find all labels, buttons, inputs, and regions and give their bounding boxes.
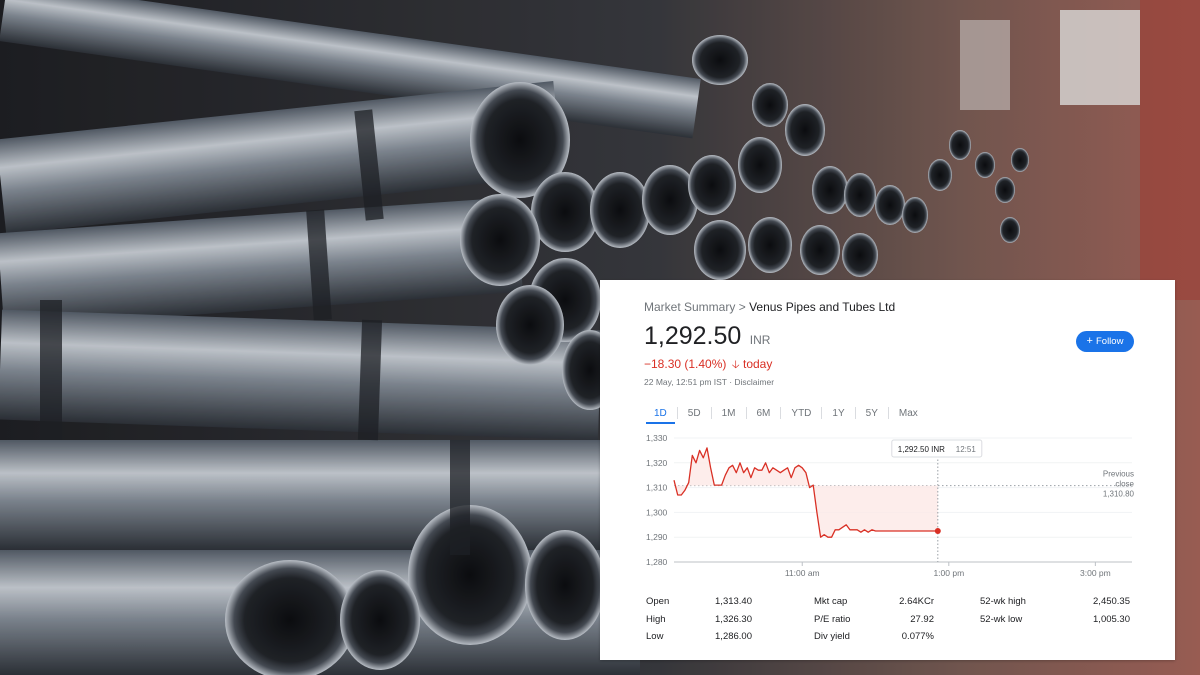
stat-label: Div yield bbox=[814, 631, 850, 642]
currency-code: INR bbox=[749, 333, 771, 347]
follow-button[interactable]: + Follow bbox=[1076, 331, 1134, 352]
breadcrumb: Market Summary > Venus Pipes and Tubes L… bbox=[644, 300, 895, 314]
follow-button-label: Follow bbox=[1095, 336, 1124, 347]
stat-value: 1,005.30 bbox=[1093, 614, 1130, 625]
y-tick-label: 1,300 bbox=[646, 507, 668, 517]
stat-value: 1,326.30 bbox=[715, 614, 752, 625]
breadcrumb-separator: > bbox=[738, 300, 746, 314]
plus-icon: + bbox=[1086, 335, 1093, 347]
stat-label: Low bbox=[646, 631, 664, 642]
change-value: −18.30 (1.40%) bbox=[644, 357, 727, 371]
price-change: −18.30 (1.40%) 🡣 today bbox=[644, 356, 772, 375]
series-fill bbox=[674, 447, 938, 538]
stat-value: 0.077% bbox=[901, 631, 934, 642]
stat-value: 2.64KCr bbox=[899, 596, 934, 607]
market-summary-card: Market Summary > Venus Pipes and Tubes L… bbox=[600, 280, 1175, 660]
tab-5y[interactable]: 5Y bbox=[856, 402, 888, 424]
stat-value: 1,313.40 bbox=[715, 596, 752, 607]
current-price: 1,292.50 bbox=[644, 322, 742, 350]
tab-ytd[interactable]: YTD bbox=[781, 402, 821, 424]
range-tabs: 1D 5D 1M 6M YTD 1Y 5Y Max bbox=[644, 402, 928, 424]
x-tick-label: 1:00 pm bbox=[933, 568, 964, 578]
tab-1y[interactable]: 1Y bbox=[822, 402, 854, 424]
stat-label: 52-wk low bbox=[980, 614, 1023, 625]
previous-close-label: 1,310.80 bbox=[1103, 490, 1135, 499]
x-tick-label: 11:00 am bbox=[785, 568, 820, 578]
tab-6m[interactable]: 6M bbox=[747, 402, 781, 424]
stat-label: Open bbox=[646, 596, 670, 607]
quote-timestamp: 22 May, 12:51 pm IST · Disclaimer bbox=[644, 377, 775, 387]
y-tick-label: 1,330 bbox=[646, 433, 668, 443]
stat-label: P/E ratio bbox=[814, 614, 851, 625]
y-tick-label: 1,280 bbox=[646, 557, 668, 567]
stat-value: 27.92 bbox=[910, 614, 934, 625]
breadcrumb-market-summary-link[interactable]: Market Summary bbox=[644, 300, 735, 314]
change-period: today bbox=[742, 357, 773, 371]
tab-max[interactable]: Max bbox=[889, 402, 928, 424]
stat-label: 52-wk high bbox=[980, 596, 1026, 607]
tab-1d[interactable]: 1D bbox=[644, 402, 677, 424]
stat-label: Mkt cap bbox=[814, 596, 848, 607]
stat-value: 1,286.00 bbox=[715, 631, 752, 642]
down-arrow-icon: 🡣 bbox=[731, 359, 740, 371]
tab-1m[interactable]: 1M bbox=[712, 402, 746, 424]
y-tick-label: 1,320 bbox=[646, 458, 668, 468]
tab-5d[interactable]: 5D bbox=[678, 402, 711, 424]
company-name: Venus Pipes and Tubes Ltd bbox=[749, 300, 896, 314]
previous-close-label: close bbox=[1115, 480, 1134, 489]
price-chart[interactable]: 1,330 1,320 1,310 1,300 1,290 1,280 11:00 am 1:… bbox=[600, 430, 1175, 580]
previous-close-label: Previous bbox=[1103, 470, 1134, 479]
stat-value: 2,450.35 bbox=[1093, 596, 1130, 607]
tooltip-price: 1,292.50 INR bbox=[898, 445, 945, 454]
y-tick-label: 1,310 bbox=[646, 483, 668, 493]
price-row: 1,292.50 INR bbox=[644, 322, 770, 351]
y-tick-label: 1,290 bbox=[646, 532, 668, 542]
stat-label: High bbox=[646, 614, 666, 625]
tooltip-time: 12:51 bbox=[956, 445, 977, 454]
x-tick-label: 3:00 pm bbox=[1080, 568, 1111, 578]
hover-dot bbox=[934, 528, 941, 534]
